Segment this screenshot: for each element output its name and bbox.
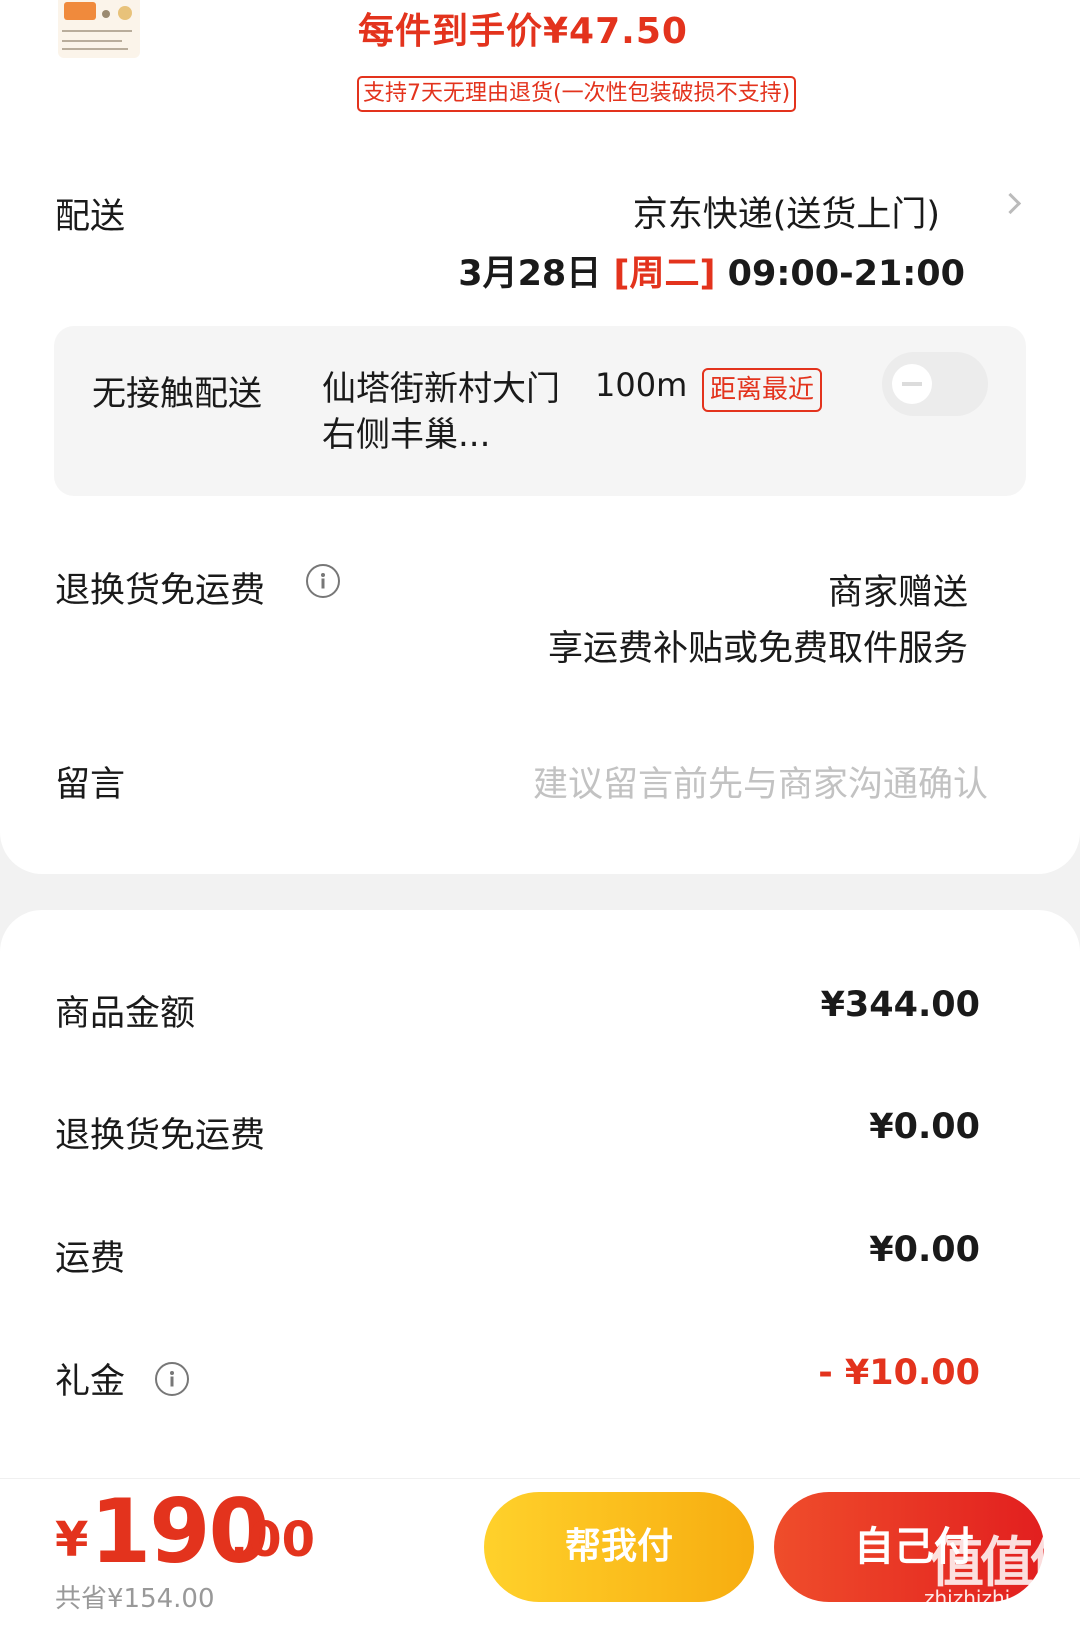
delivery-time-window: 09:00-21:00	[727, 254, 965, 294]
summary-value-return-shipping: ¥0.00	[869, 1107, 980, 1147]
summary-label-return-shipping: 退换货免运费	[55, 1116, 266, 1156]
contactless-delivery-label: 无接触配送	[92, 374, 262, 414]
help-me-pay-button[interactable]: 帮我付	[484, 1492, 754, 1602]
watermark-url: zhizhizhi.com	[924, 1586, 1060, 1610]
info-icon[interactable]	[306, 564, 340, 598]
delivery-label: 配送	[55, 197, 126, 237]
summary-value-shipping: ¥0.00	[869, 1230, 980, 1270]
pickup-locker-address[interactable]: 仙塔街新村大门右侧丰巢...	[322, 366, 562, 458]
delivery-weekday: [周二]	[613, 254, 716, 294]
return-policy-tag: 支持7天无理由退货(一次性包装破损不支持)	[357, 76, 797, 112]
summary-label-gift-money: 礼金	[55, 1362, 126, 1402]
total-amount-decimal: .00	[230, 1512, 316, 1568]
product-thumbnail[interactable]	[58, 0, 140, 58]
nearest-badge: 距离最近	[702, 368, 823, 412]
info-icon[interactable]	[155, 1362, 189, 1396]
toggle-knob	[892, 364, 932, 404]
summary-value-gift-money: - ¥10.00	[818, 1353, 980, 1393]
contactless-delivery-toggle[interactable]	[882, 352, 988, 416]
summary-value-goods: ¥344.00	[820, 985, 980, 1025]
unit-price-text: 每件到手价¥47.50	[358, 11, 688, 52]
thumbnail-promo-tag	[64, 2, 96, 20]
message-label: 留言	[55, 765, 126, 805]
pickup-distance: 100m	[595, 366, 688, 404]
delivery-date: 3月28日	[458, 254, 602, 294]
return-shipping-desc: 享运费补贴或免费取件服务	[547, 629, 968, 669]
total-savings: 共省¥154.00	[55, 1584, 215, 1614]
delivery-time[interactable]: 3月28日 [周二] 09:00-21:00	[458, 245, 965, 296]
delivery-method[interactable]: 京东快递(送货上门)	[633, 186, 940, 237]
summary-label-shipping: 运费	[55, 1239, 126, 1279]
return-shipping-provider: 商家赠送	[827, 573, 968, 613]
message-input[interactable]: 建议留言前先与商家沟通确认	[533, 756, 988, 807]
summary-label-goods: 商品金额	[55, 994, 196, 1034]
total-currency-symbol: ¥	[55, 1512, 89, 1568]
return-shipping-label: 退换货免运费	[55, 571, 266, 611]
